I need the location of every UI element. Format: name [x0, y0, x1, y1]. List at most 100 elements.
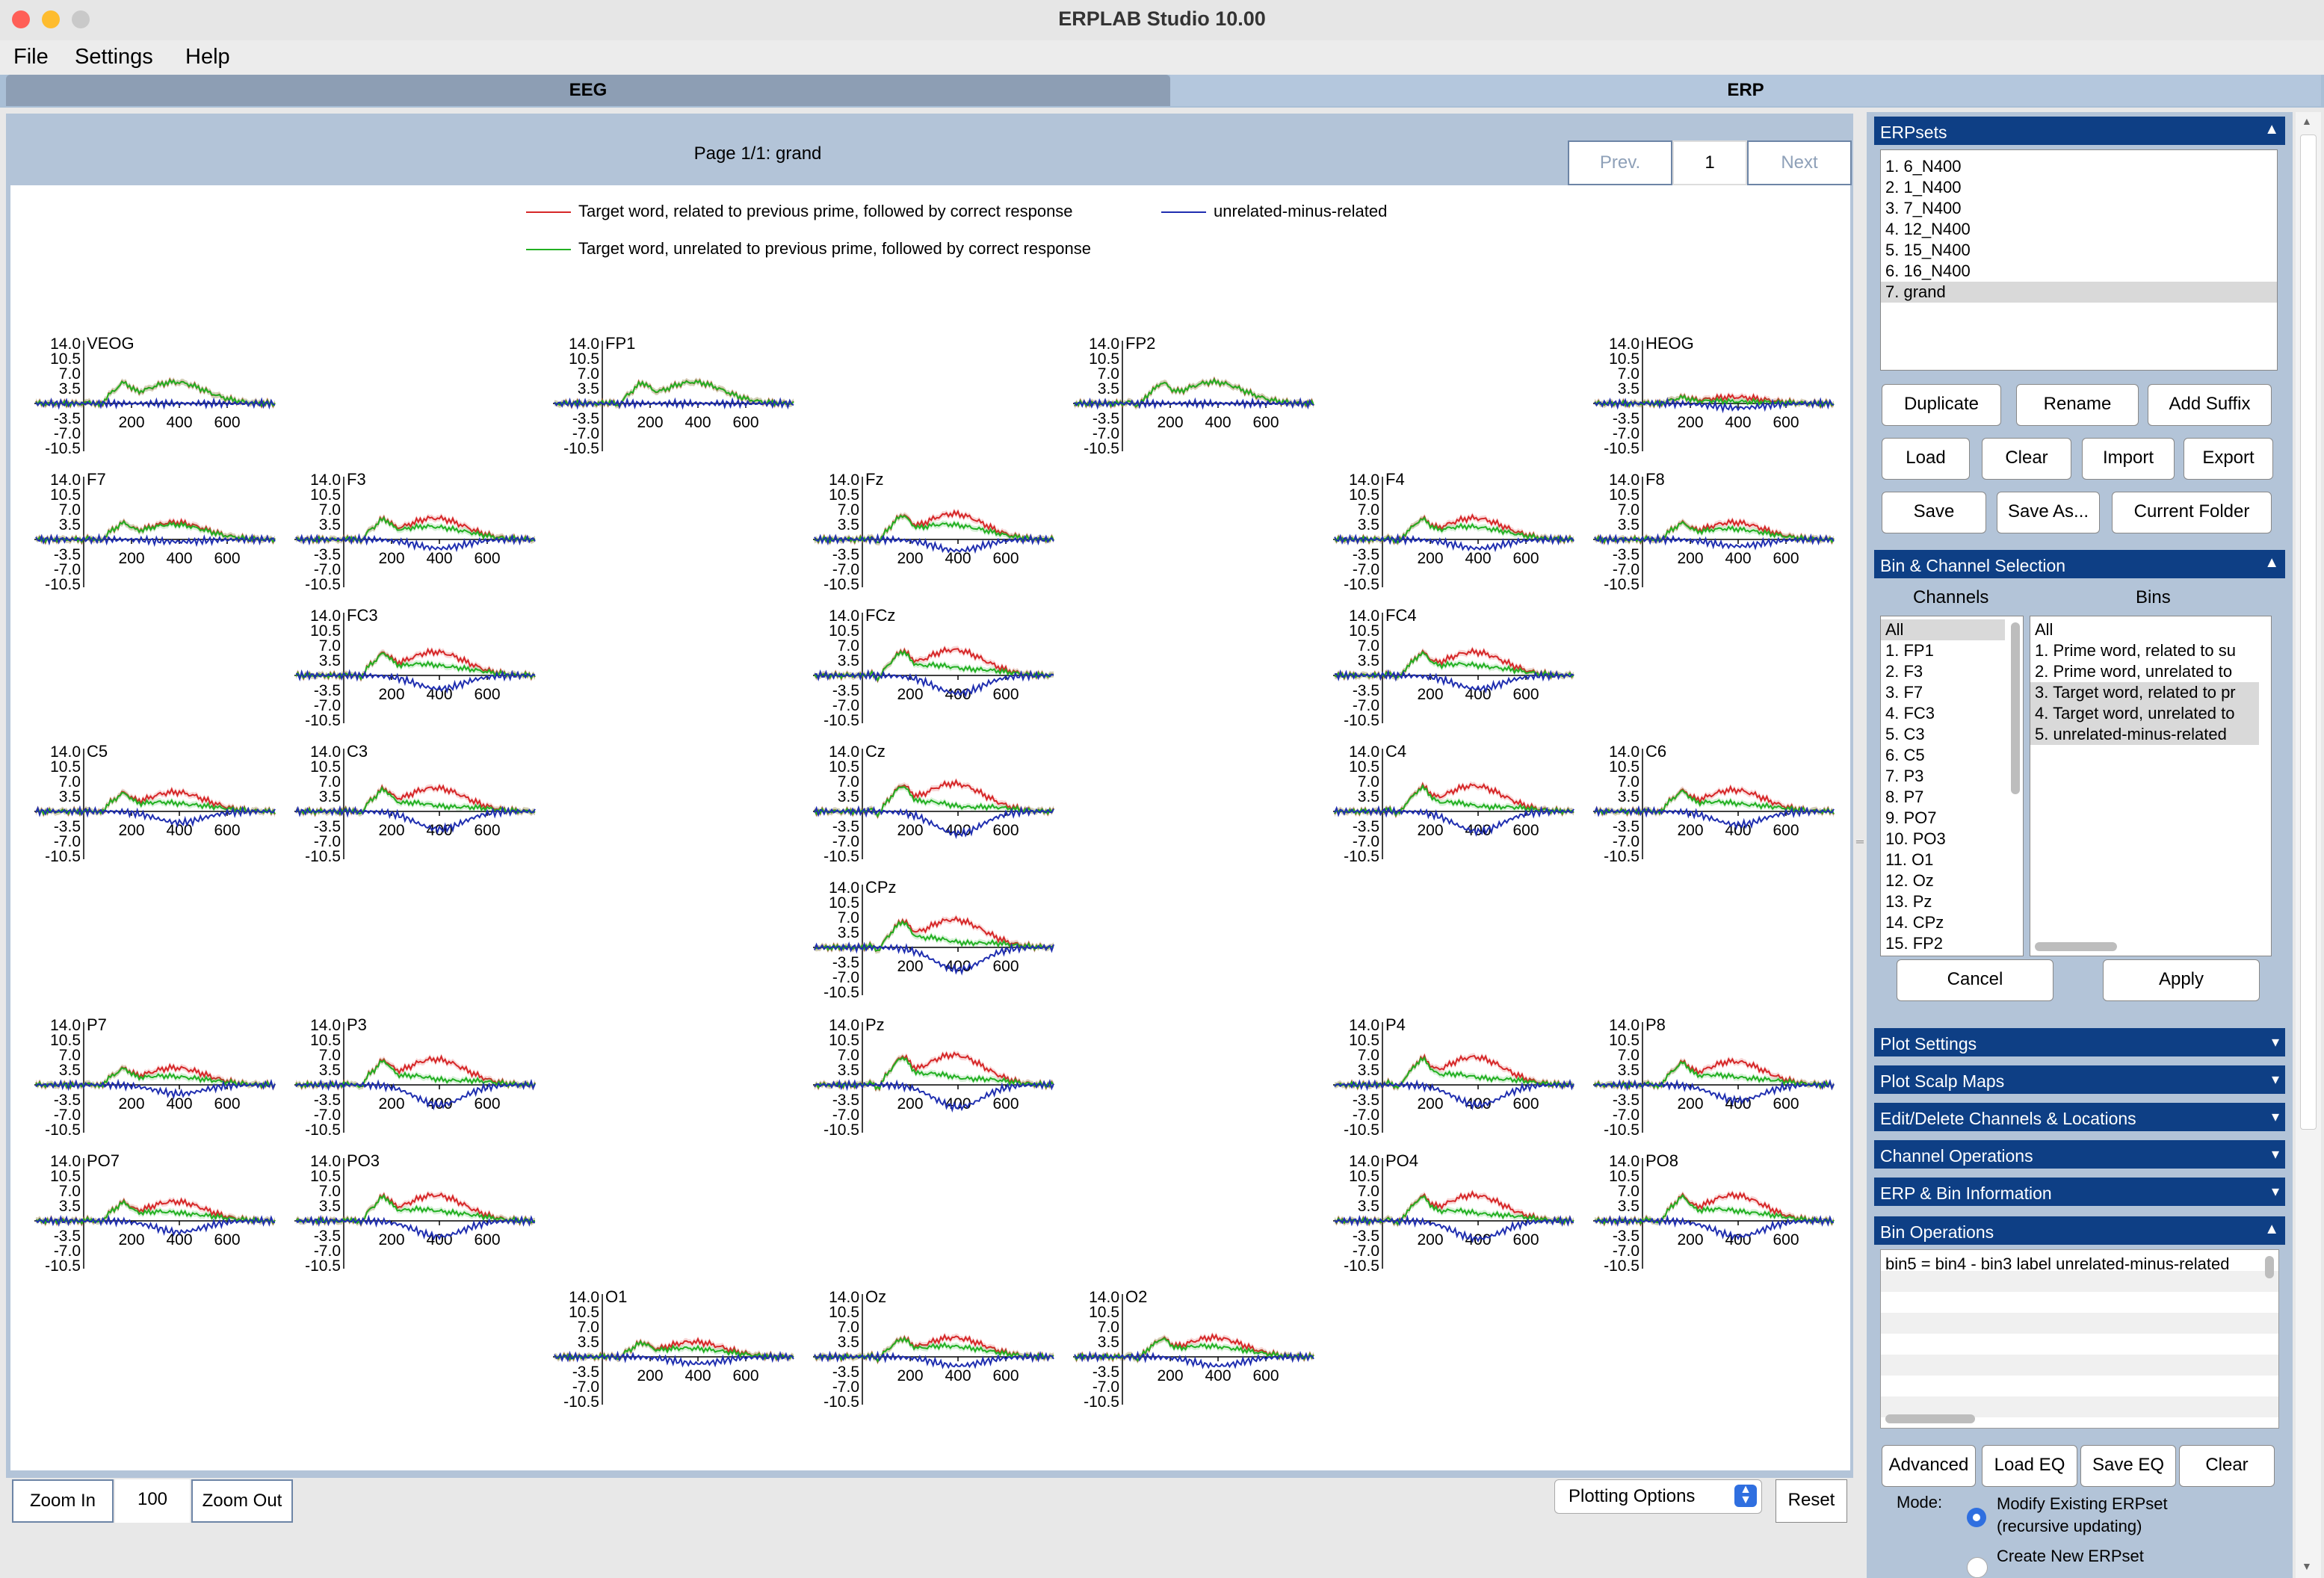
bin-item[interactable]: All [2030, 619, 2259, 640]
expand-icon[interactable]: ▾ [2272, 1033, 2279, 1051]
channel-item[interactable]: 1. FP1 [1881, 640, 2005, 661]
channel-item[interactable]: 14. CPz [1881, 912, 2005, 933]
y-tick-label: 3.5 [838, 652, 859, 669]
zoom-value-field[interactable]: 100 [115, 1479, 190, 1523]
add-suffix-button[interactable]: Add Suffix [2148, 384, 2272, 426]
bin-item[interactable]: 5. unrelated-minus-related [2030, 724, 2259, 745]
create-radio[interactable] [1967, 1557, 1988, 1578]
splitter-handle-icon[interactable]: ═ [1856, 835, 1864, 849]
erpsets-list[interactable]: 1. 6_N400 2. 1_N400 3. 7_N400 4. 12_N400 5. … [1880, 149, 2278, 371]
expand-icon[interactable]: ▾ [2272, 1070, 2279, 1089]
collapse-icon[interactable]: ▲ [2264, 554, 2279, 572]
modify-option[interactable]: Modify Existing ERPset (recursive updatin… [1997, 1493, 2168, 1538]
erpset-item[interactable]: 2. 1_N400 [1881, 177, 2277, 198]
expand-icon[interactable]: ▾ [2272, 1145, 2279, 1163]
modify-label: Modify Existing ERPset [1997, 1494, 2168, 1513]
cancel-button[interactable]: Cancel [1897, 959, 2053, 1001]
channel-item[interactable]: 11. O1 [1881, 850, 2005, 870]
channel-item[interactable]: 3. F7 [1881, 682, 2005, 703]
equation-editor[interactable]: bin5 = bin4 - bin3 label unrelated-minus… [1880, 1249, 2279, 1429]
channel-item[interactable]: 8. P7 [1881, 787, 2005, 808]
erpset-item[interactable]: 1. 6_N400 [1881, 156, 2277, 177]
erpset-item[interactable]: 5. 15_N400 [1881, 240, 2277, 261]
bin-item[interactable]: 4. Target word, unrelated to [2030, 703, 2259, 724]
bin-item[interactable]: 2. Prime word, unrelated to [2030, 661, 2259, 682]
collapse-icon[interactable]: ▲ [2264, 121, 2279, 138]
scroll-down-icon[interactable]: ▼ [2302, 1560, 2312, 1572]
channel-label: F7 [87, 470, 106, 489]
zoom-in-button[interactable]: Zoom In [12, 1479, 114, 1523]
import-button[interactable]: Import [2082, 438, 2175, 480]
channel-item[interactable]: 10. PO3 [1881, 829, 2005, 850]
modify-radio[interactable] [1967, 1508, 1986, 1527]
current-folder-button[interactable]: Current Folder [2112, 492, 2272, 533]
collapse-icon[interactable]: ▲ [2264, 1221, 2279, 1238]
clear-eq-button[interactable]: Clear [2179, 1445, 2275, 1487]
panel-header-0[interactable]: Plot Settings ▾ [1874, 1028, 2285, 1056]
reset-button[interactable]: Reset [1776, 1479, 1847, 1523]
next-page-button[interactable]: Next [1747, 140, 1852, 185]
advanced-button[interactable]: Advanced [1882, 1445, 1976, 1487]
menu-settings[interactable]: Settings [75, 45, 153, 69]
scroll-up-icon[interactable]: ▲ [2302, 115, 2312, 127]
tab-eeg[interactable]: EEG [6, 75, 1170, 106]
erpset-item[interactable]: 6. 16_N400 [1881, 261, 2277, 282]
panel-header-3[interactable]: Channel Operations ▾ [1874, 1140, 2285, 1169]
export-button[interactable]: Export [2184, 438, 2273, 480]
rename-button[interactable]: Rename [2016, 384, 2139, 426]
save-button[interactable]: Save [1882, 492, 1986, 533]
tab-erp[interactable]: ERP [1170, 75, 2321, 106]
channel-item[interactable]: 2. F3 [1881, 661, 2005, 682]
bin-item[interactable]: 3. Target word, related to pr [2030, 682, 2259, 703]
panel-header-1[interactable]: Plot Scalp Maps ▾ [1874, 1065, 2285, 1094]
panel-header-2[interactable]: Edit/Delete Channels & Locations ▾ [1874, 1103, 2285, 1131]
menu-file[interactable]: File [13, 45, 49, 69]
channel-item[interactable]: 13. Pz [1881, 891, 2005, 912]
save-as-button[interactable]: Save As... [1997, 492, 2100, 533]
equation-hscroll[interactable] [1885, 1414, 1975, 1423]
erpset-item[interactable]: 3. 7_N400 [1881, 198, 2277, 219]
y-tick-label: 3.5 [1618, 1198, 1640, 1215]
save-eq-button[interactable]: Save EQ [2080, 1445, 2176, 1487]
channel-item[interactable]: 9. PO7 [1881, 808, 2005, 829]
prev-page-button[interactable]: Prev. [1568, 140, 1672, 185]
load-button[interactable]: Load [1882, 438, 1970, 480]
y-tick-label: -10.5 [1604, 848, 1640, 865]
bins-list[interactable]: All 1. Prime word, related to su 2. Prime … [2030, 616, 2272, 956]
panel-header-4[interactable]: ERP & Bin Information ▾ [1874, 1178, 2285, 1206]
bin-channel-header[interactable]: Bin & Channel Selection ▲ [1874, 550, 2285, 578]
channel-item[interactable]: 5. C3 [1881, 724, 2005, 745]
equation-vscroll[interactable] [2265, 1256, 2274, 1278]
x-tick-label: 400 [426, 822, 452, 839]
channel-item[interactable]: 7. P3 [1881, 766, 2005, 787]
bins-scrollbar[interactable] [2035, 942, 2117, 951]
page-number-field[interactable]: 1 [1672, 140, 1747, 185]
load-eq-button[interactable]: Load EQ [1982, 1445, 2077, 1487]
erpset-item[interactable]: 7. grand [1881, 282, 2277, 303]
plotting-options-select[interactable]: Plotting Options ▲ ▼ [1554, 1479, 1762, 1514]
scroll-thumb[interactable] [2300, 134, 2317, 1130]
bin-item[interactable]: 1. Prime word, related to su [2030, 640, 2259, 661]
duplicate-button[interactable]: Duplicate [1882, 384, 2001, 426]
apply-button[interactable]: Apply [2103, 959, 2260, 1001]
clear-button[interactable]: Clear [1982, 438, 2071, 480]
panel-scrollbar[interactable]: ▲ ▼ [2296, 112, 2321, 1578]
channel-item[interactable]: All [1881, 619, 2005, 640]
create-label[interactable]: Create New ERPset [1997, 1547, 2144, 1566]
bin-operations-header[interactable]: Bin Operations ▲ [1874, 1216, 2285, 1245]
erpset-item[interactable]: 4. 12_N400 [1881, 219, 2277, 240]
channel-item[interactable]: 12. Oz [1881, 870, 2005, 891]
channel-item[interactable]: 15. FP2 [1881, 933, 2005, 954]
x-tick-label: 200 [1417, 550, 1443, 567]
channel-item[interactable]: 6. C5 [1881, 745, 2005, 766]
y-tick-label: 3.5 [1358, 788, 1379, 805]
zoom-out-button[interactable]: Zoom Out [191, 1479, 293, 1523]
x-tick-label: 600 [732, 1367, 758, 1384]
channel-item[interactable]: 4. FC3 [1881, 703, 2005, 724]
channels-scrollbar[interactable] [2011, 622, 2020, 794]
menu-help[interactable]: Help [185, 45, 230, 69]
expand-icon[interactable]: ▾ [2272, 1107, 2279, 1126]
erpsets-header[interactable]: ERPsets ▲ [1874, 117, 2285, 145]
expand-icon[interactable]: ▾ [2272, 1182, 2279, 1201]
channels-list[interactable]: All 1. FP1 2. F3 3. F7 4. FC3 5. C3 6. C5 7. P3… [1880, 616, 2024, 956]
